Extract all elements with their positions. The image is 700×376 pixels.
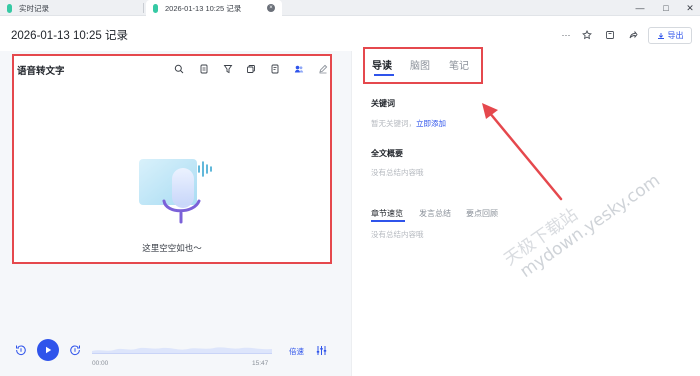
insights-panel: 导读 脑图 笔记 关键词 暂无关键词，立即添加 全文概要 没有总结内容哦 章节速… bbox=[351, 47, 700, 376]
play-button[interactable] bbox=[37, 339, 59, 361]
tab-current-record[interactable]: 2026-01-13 10:25 记录 × bbox=[146, 0, 282, 17]
tab-label: 2026-01-13 10:25 记录 bbox=[165, 4, 242, 13]
audio-player: 00:00 15:47 倍速 bbox=[0, 336, 351, 376]
summary-title: 全文概要 bbox=[371, 149, 403, 158]
equalizer-icon[interactable] bbox=[316, 345, 327, 356]
active-tab-indicator bbox=[374, 74, 394, 76]
forward-icon[interactable] bbox=[69, 344, 81, 356]
insights-tab-group: 导读 脑图 笔记 bbox=[363, 47, 483, 84]
rewind-icon[interactable] bbox=[15, 344, 27, 356]
share-icon[interactable] bbox=[626, 28, 640, 42]
keywords-empty-text: 暂无关键词， bbox=[371, 119, 416, 128]
maximize-button[interactable]: □ bbox=[656, 0, 676, 16]
search-icon[interactable] bbox=[173, 63, 184, 74]
empty-state-text: 这里空空如也～ bbox=[142, 243, 202, 253]
pen-icon[interactable] bbox=[317, 63, 328, 74]
tab-label: 实时记录 bbox=[19, 3, 49, 13]
export-label: 导出 bbox=[667, 31, 684, 40]
document-icon[interactable] bbox=[198, 63, 209, 74]
tab-divider bbox=[143, 3, 144, 13]
page-title: 2026-01-13 10:25 记录 bbox=[11, 30, 128, 42]
tab-mindmap[interactable]: 脑图 bbox=[410, 57, 430, 72]
subtab-key-points[interactable]: 要点回顾 bbox=[466, 208, 498, 219]
transcript-title: 语音转文字 bbox=[17, 66, 65, 77]
speed-button[interactable]: 倍速 bbox=[289, 346, 304, 357]
close-window-button[interactable]: ✕ bbox=[680, 0, 700, 16]
empty-microphone-illustration bbox=[139, 154, 219, 224]
close-tab-icon[interactable]: × bbox=[267, 4, 275, 12]
summary-empty: 没有总结内容哦 bbox=[371, 168, 424, 177]
tab-realtime[interactable]: 实时记录 bbox=[0, 0, 141, 16]
audio-waveform[interactable] bbox=[92, 342, 272, 354]
minimize-button[interactable]: — bbox=[630, 0, 650, 16]
tab-bar: 实时记录 2026-01-13 10:25 记录 × — □ ✕ bbox=[0, 0, 700, 17]
subtab-chapters[interactable]: 章节速览 bbox=[371, 208, 403, 219]
more-button[interactable]: ··· bbox=[559, 28, 573, 42]
save-icon[interactable] bbox=[603, 28, 617, 42]
copy-icon[interactable] bbox=[245, 63, 256, 74]
play-icon bbox=[46, 346, 52, 354]
tab-notes[interactable]: 笔记 bbox=[449, 57, 469, 72]
keywords-title: 关键词 bbox=[371, 99, 395, 108]
record-header: 2026-01-13 10:25 记录 ··· 导出 bbox=[0, 17, 700, 51]
add-keyword-link[interactable]: 立即添加 bbox=[416, 119, 446, 128]
chapter-empty: 没有总结内容哦 bbox=[371, 230, 424, 239]
app-icon bbox=[6, 3, 13, 13]
transcript-card: 语音转文字 这里空空如也～ bbox=[12, 54, 332, 264]
transcript-panel: 语音转文字 这里空空如也～ 00:00 15:47 倍速 bbox=[0, 51, 351, 376]
star-icon[interactable] bbox=[580, 28, 594, 42]
export-button[interactable]: 导出 bbox=[648, 27, 692, 44]
subtab-indicator bbox=[371, 220, 405, 222]
notes-icon[interactable] bbox=[269, 63, 280, 74]
app-icon bbox=[152, 4, 159, 13]
subtab-speaker-summary[interactable]: 发言总结 bbox=[419, 208, 451, 219]
tab-guide[interactable]: 导读 bbox=[372, 57, 392, 72]
filter-icon[interactable] bbox=[222, 63, 233, 74]
total-time: 15:47 bbox=[252, 360, 269, 367]
speakers-icon[interactable] bbox=[293, 63, 304, 74]
keywords-empty: 暂无关键词，立即添加 bbox=[371, 118, 446, 129]
download-icon bbox=[657, 32, 664, 39]
current-time: 00:00 bbox=[92, 360, 109, 367]
